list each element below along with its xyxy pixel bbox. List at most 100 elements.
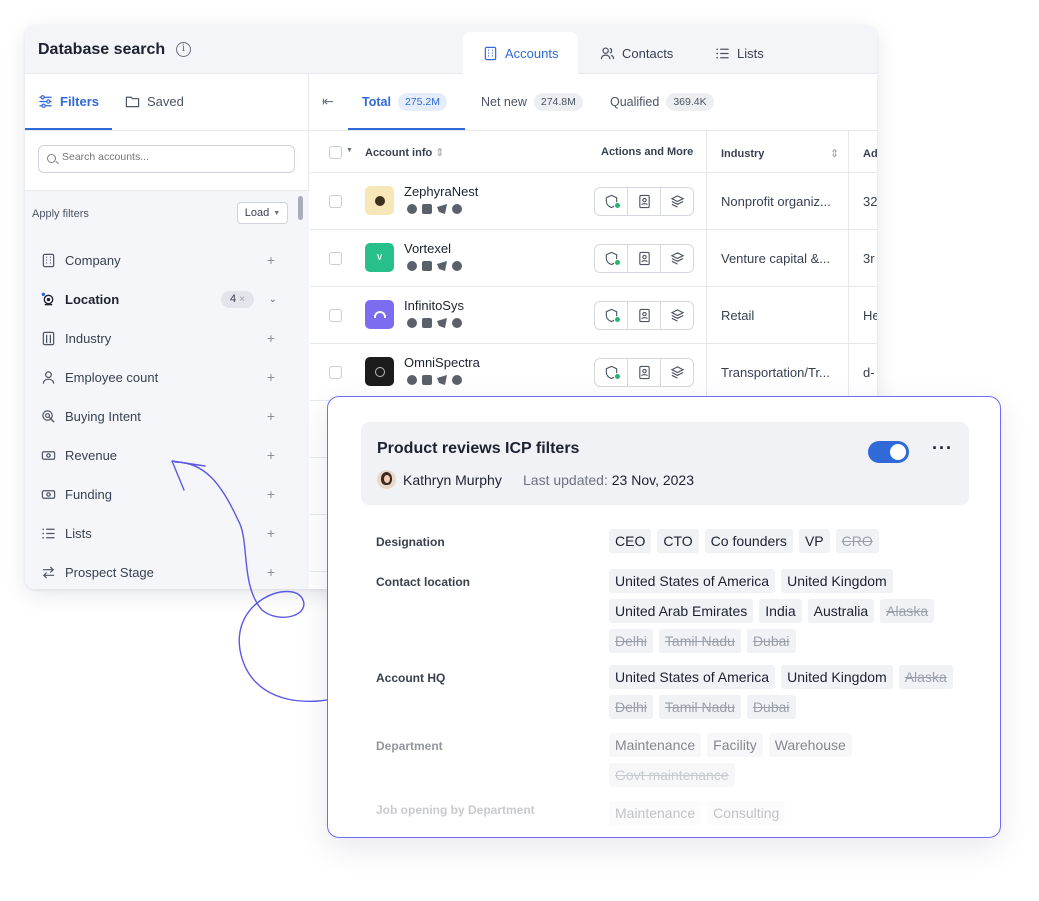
row-checkbox[interactable] [329, 366, 342, 379]
linkedin-icon[interactable] [422, 318, 432, 328]
enrich-button[interactable] [595, 302, 628, 329]
search-input[interactable] [62, 151, 287, 163]
twitter-icon[interactable] [437, 375, 447, 385]
filter-funding[interactable]: Funding + [40, 484, 275, 504]
chip[interactable]: Warehouse [768, 733, 852, 757]
chip-excluded[interactable]: Delhi [609, 629, 653, 653]
account-name[interactable]: InfinitoSys [404, 298, 464, 313]
twitter-icon[interactable] [437, 261, 447, 271]
tab-net-new[interactable]: Net new 274.8M [481, 93, 583, 111]
facebook-icon[interactable] [452, 375, 462, 385]
chip[interactable]: United States of America [609, 665, 776, 689]
plus-icon[interactable]: + [267, 564, 275, 580]
facebook-icon[interactable] [452, 318, 462, 328]
tab-lists[interactable]: Lists [695, 32, 784, 74]
chip-excluded[interactable]: Alaska [880, 599, 935, 623]
contact-button[interactable] [628, 188, 661, 215]
row-checkbox[interactable] [329, 309, 342, 322]
tab-filters[interactable]: Filters [38, 94, 99, 109]
chip-excluded[interactable]: Govt maintenance [609, 763, 735, 787]
linkedin-icon[interactable] [422, 204, 432, 214]
chip[interactable]: United Kingdom [781, 569, 893, 593]
chip-excluded[interactable]: Tamil Nadu [658, 695, 741, 719]
linkedin-icon[interactable] [422, 375, 432, 385]
chevron-down-icon[interactable]: ⌄ [269, 294, 277, 305]
more-options-icon[interactable]: ··· [932, 438, 953, 459]
collapse-arrow-icon[interactable]: ⇤ [322, 93, 334, 110]
website-icon[interactable] [407, 204, 417, 214]
tab-accounts[interactable]: Accounts [463, 32, 579, 74]
location-count-badge[interactable]: 4 × [221, 290, 254, 308]
chip[interactable]: Co founders [704, 529, 793, 553]
enrich-button[interactable] [595, 359, 628, 386]
account-name[interactable]: ZephyraNest [404, 184, 478, 199]
tab-saved[interactable]: Saved [125, 94, 184, 109]
chip-excluded[interactable]: Delhi [609, 695, 653, 719]
chip-excluded[interactable]: Dubai [746, 629, 796, 653]
filter-lists[interactable]: Lists + [40, 523, 275, 543]
tab-total[interactable]: Total 275.2M [362, 93, 447, 111]
plus-icon[interactable]: + [267, 369, 275, 385]
twitter-icon[interactable] [437, 318, 447, 328]
chip[interactable]: CTO [657, 529, 699, 553]
plus-icon[interactable]: + [267, 330, 275, 346]
enable-toggle[interactable] [868, 441, 909, 463]
col-industry[interactable]: Industry [721, 148, 764, 160]
tab-contacts[interactable]: Contacts [580, 32, 693, 74]
chip[interactable]: Australia [807, 599, 875, 623]
filter-prospect-stage[interactable]: Prospect Stage + [40, 562, 275, 582]
chip[interactable]: United States of America [609, 569, 776, 593]
chip-excluded[interactable]: CRO [835, 529, 879, 553]
info-icon[interactable]: i [176, 42, 191, 57]
chip[interactable]: CEO [609, 529, 652, 553]
table-row[interactable]: OmniSpectra Transportation/Tr... d- [310, 344, 877, 401]
add-to-list-button[interactable] [661, 188, 693, 215]
contact-button[interactable] [628, 359, 661, 386]
filter-location[interactable]: Location 4 × ⌄ [40, 289, 277, 309]
twitter-icon[interactable] [437, 204, 447, 214]
linkedin-icon[interactable] [422, 261, 432, 271]
chip[interactable]: United Kingdom [781, 665, 893, 689]
chip[interactable]: Maintenance [609, 733, 702, 757]
website-icon[interactable] [407, 261, 417, 271]
plus-icon[interactable]: + [267, 408, 275, 424]
row-checkbox[interactable] [329, 252, 342, 265]
chip[interactable]: United Arab Emirates [609, 599, 754, 623]
table-row[interactable]: V Vortexel Venture capital &... 3r [310, 230, 877, 287]
sort-icon[interactable]: ⇕ [830, 147, 839, 160]
filter-company[interactable]: Company + [40, 250, 275, 270]
filter-buying-intent[interactable]: Buying Intent + [40, 406, 275, 426]
filter-industry[interactable]: Industry + [40, 328, 275, 348]
chip[interactable]: Maintenance [609, 801, 702, 825]
load-button[interactable]: Load ▼ [237, 202, 288, 224]
account-name[interactable]: Vortexel [404, 241, 451, 256]
search-box[interactable] [38, 145, 295, 173]
col-address[interactable]: Ad [863, 148, 877, 160]
chip-excluded[interactable]: Alaska [898, 665, 953, 689]
chip-excluded[interactable]: Tamil Nadu [658, 629, 741, 653]
contact-button[interactable] [628, 302, 661, 329]
facebook-icon[interactable] [452, 261, 462, 271]
scrollbar[interactable] [298, 196, 303, 220]
add-to-list-button[interactable] [661, 359, 693, 386]
table-row[interactable]: ZephyraNest Nonprofit organiz... 32 [310, 173, 877, 230]
chip[interactable]: India [759, 599, 802, 623]
filter-employee-count[interactable]: Employee count + [40, 367, 275, 387]
website-icon[interactable] [407, 318, 417, 328]
account-name[interactable]: OmniSpectra [404, 355, 480, 370]
filter-revenue[interactable]: Revenue + [40, 445, 275, 465]
facebook-icon[interactable] [452, 204, 462, 214]
chip-excluded[interactable]: Dubai [746, 695, 796, 719]
add-to-list-button[interactable] [661, 245, 693, 272]
plus-icon[interactable]: + [267, 252, 275, 268]
chip[interactable]: Facility [707, 733, 763, 757]
row-checkbox[interactable] [329, 195, 342, 208]
plus-icon[interactable]: + [267, 525, 275, 541]
select-all-checkbox[interactable] [329, 146, 342, 159]
plus-icon[interactable]: + [267, 447, 275, 463]
enrich-button[interactable] [595, 188, 628, 215]
plus-icon[interactable]: + [267, 486, 275, 502]
enrich-button[interactable] [595, 245, 628, 272]
clear-icon[interactable]: × [239, 294, 245, 305]
website-icon[interactable] [407, 375, 417, 385]
